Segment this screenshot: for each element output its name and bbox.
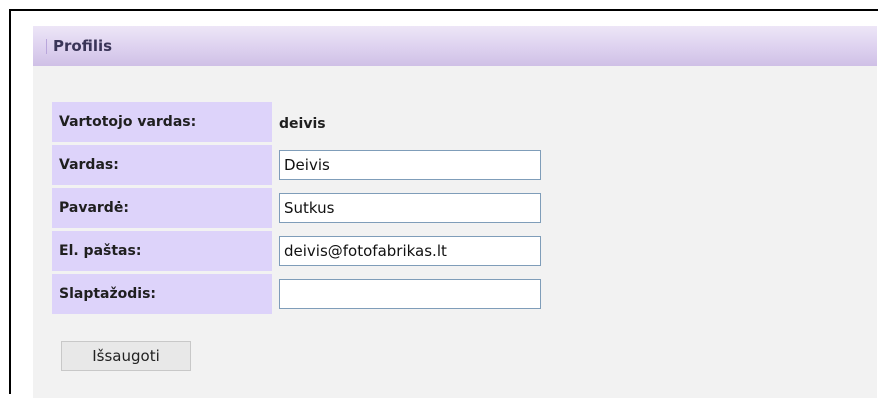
last-name-input[interactable] <box>279 193 541 223</box>
username-value: deivis <box>279 115 326 132</box>
header-divider <box>46 39 47 54</box>
email-label: El. paštas: <box>52 231 272 271</box>
first-name-cell <box>272 145 541 185</box>
last-name-row: Pavardė: <box>52 188 541 228</box>
last-name-cell <box>272 188 541 228</box>
password-input[interactable] <box>279 279 541 309</box>
last-name-label: Pavardė: <box>52 188 272 228</box>
username-row: Vartotojo vardas: deivis <box>52 102 541 142</box>
email-row: El. paštas: <box>52 231 541 271</box>
first-name-row: Vardas: <box>52 145 541 185</box>
email-input[interactable] <box>279 236 541 266</box>
page-frame: Profilis Vartotojo vardas: deivis Vardas… <box>9 9 878 398</box>
profile-panel: Profilis Vartotojo vardas: deivis Vardas… <box>33 26 877 398</box>
panel-title: Profilis <box>53 37 113 55</box>
profile-form: Vartotojo vardas: deivis Vardas: Pavardė… <box>52 99 541 317</box>
first-name-label: Vardas: <box>52 145 272 185</box>
password-cell <box>272 274 541 314</box>
password-row: Slaptažodis: <box>52 274 541 314</box>
username-value-cell: deivis <box>272 102 541 142</box>
password-label: Slaptažodis: <box>52 274 272 314</box>
username-label: Vartotojo vardas: <box>52 102 272 142</box>
panel-header: Profilis <box>33 26 877 66</box>
save-button[interactable]: Išsaugoti <box>61 341 191 371</box>
email-cell <box>272 231 541 271</box>
first-name-input[interactable] <box>279 150 541 180</box>
